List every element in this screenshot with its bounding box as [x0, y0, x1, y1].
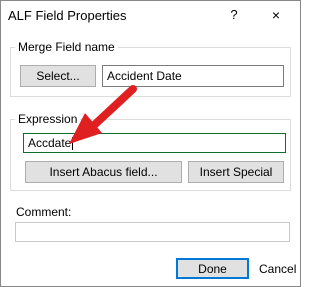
arrow-icon: [69, 85, 137, 144]
annotation-arrow: [69, 85, 137, 144]
alf-field-properties-dialog: ALF Field Properties ? × Merge Field nam…: [0, 0, 301, 287]
